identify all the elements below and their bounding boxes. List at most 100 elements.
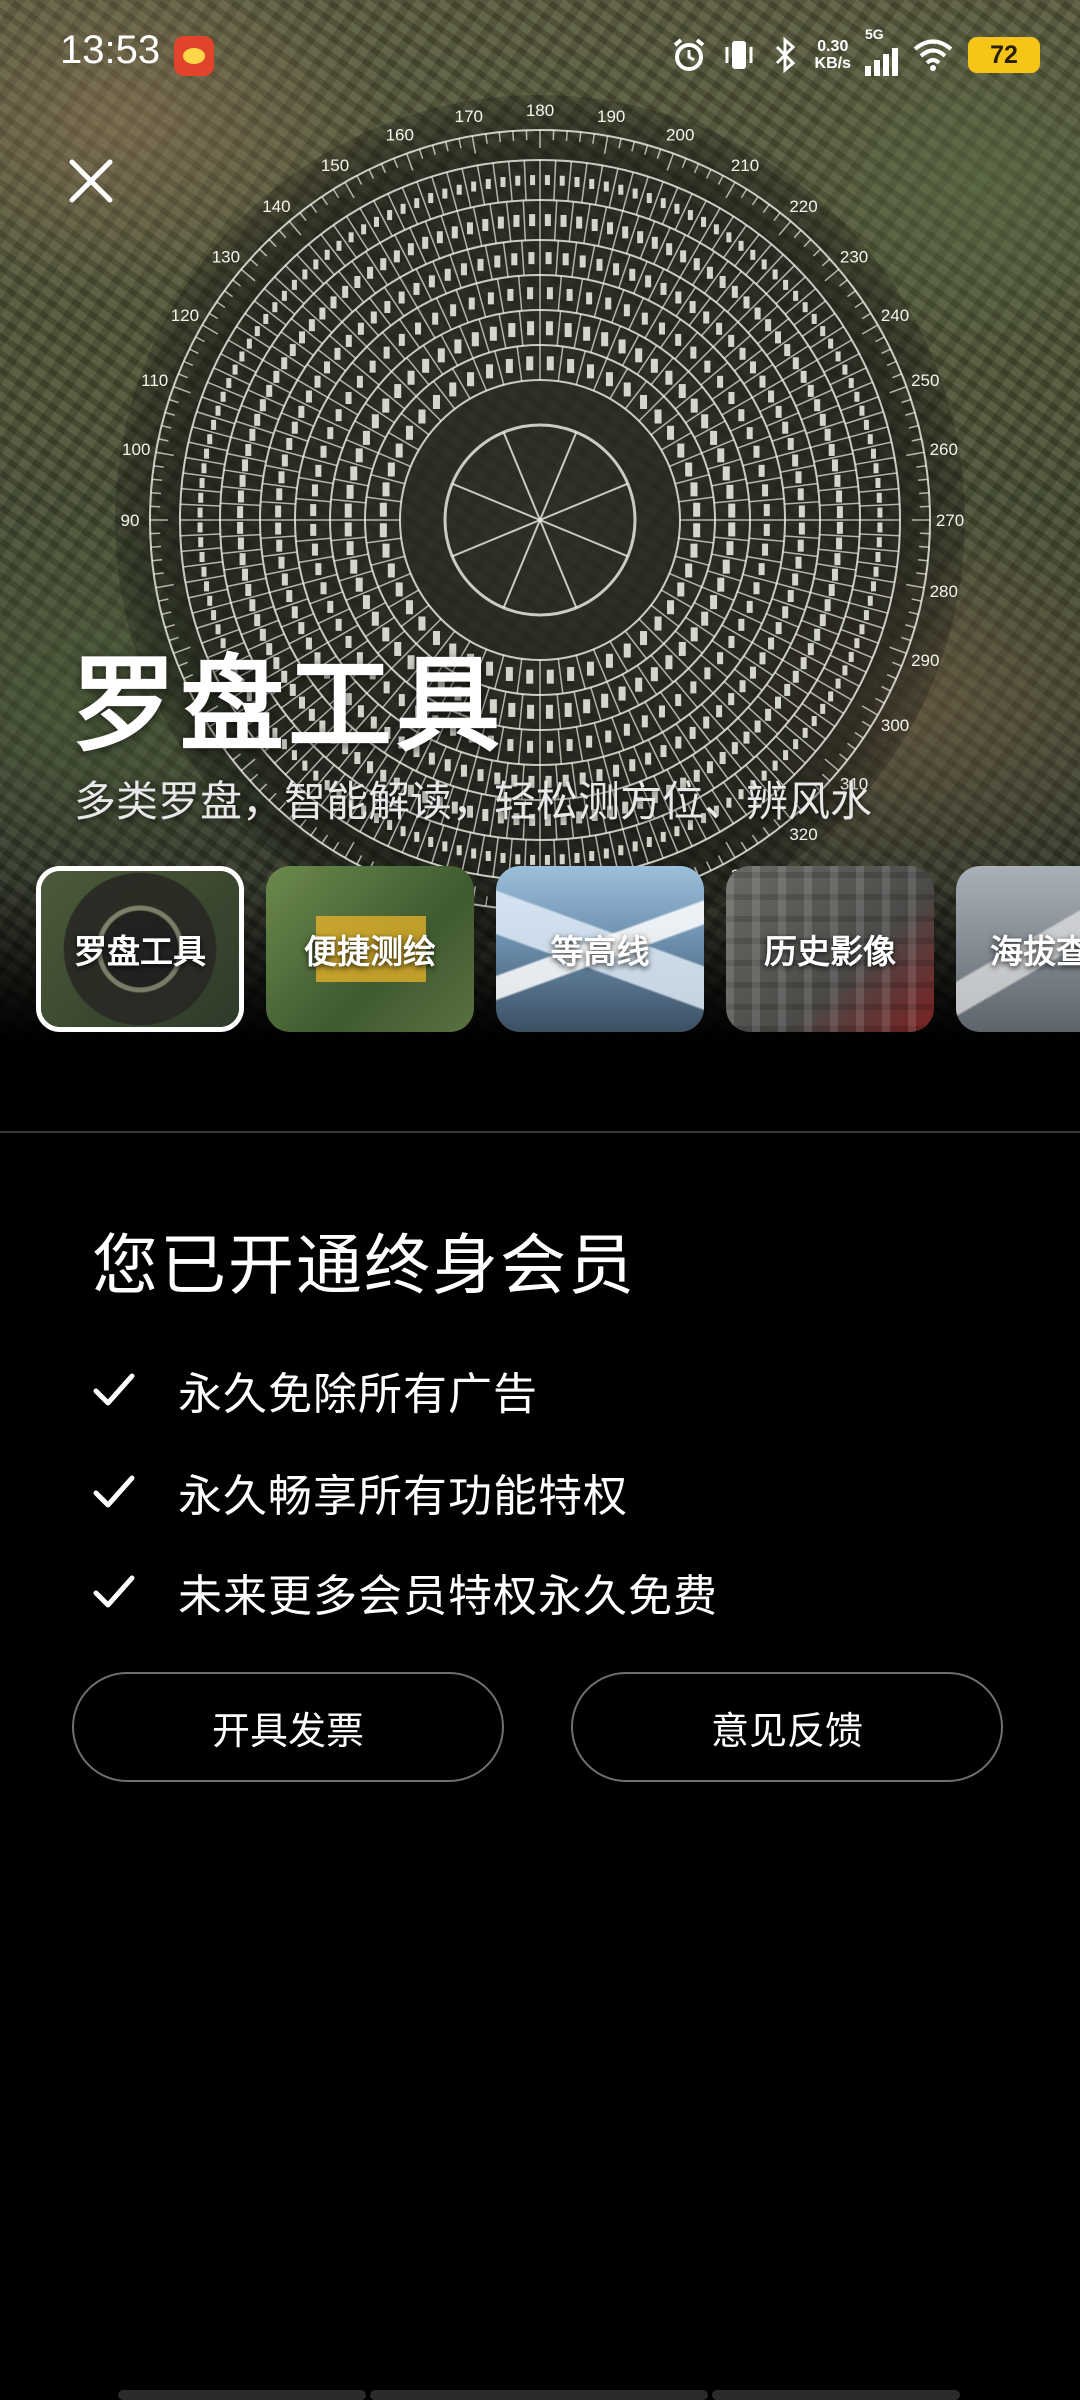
compass-glyph <box>828 691 834 702</box>
benefit-text: 永久免除所有广告 <box>178 1369 538 1420</box>
tile-label: 罗盘工具 <box>74 932 206 971</box>
compass-tick <box>917 478 928 482</box>
compass-glyph <box>675 333 682 346</box>
compass-glyph <box>544 214 551 227</box>
tile-survey[interactable]: 便捷测绘 <box>266 866 474 1032</box>
compass-glyph <box>384 301 391 314</box>
compass-glyph <box>717 577 725 592</box>
compass-glyph <box>356 375 363 388</box>
compass-glyph <box>574 177 580 188</box>
compass-glyph <box>703 311 710 324</box>
compass-glyph <box>489 326 497 341</box>
compass-glyph <box>646 836 652 847</box>
compass-degree-label: 140 <box>262 197 290 216</box>
compass-glyph <box>513 214 520 227</box>
compass-glyph <box>382 543 390 558</box>
compass-glyph <box>220 391 226 402</box>
compass-glyph <box>646 193 652 204</box>
compass-glyph <box>811 716 817 727</box>
compass-glyph <box>278 471 285 484</box>
compass-glyph <box>710 595 718 610</box>
compass-glyph <box>795 471 802 484</box>
compass-glyph <box>526 356 534 371</box>
compass-glyph <box>320 582 327 595</box>
compass-glyph <box>526 669 534 684</box>
compass-glyph <box>660 198 666 209</box>
compass-glyph <box>398 291 405 304</box>
compass-tick <box>150 492 161 495</box>
compass-glyph <box>576 216 583 229</box>
compass-glyph <box>870 581 876 592</box>
compass-glyph <box>289 344 296 357</box>
compass-glyph <box>716 322 723 335</box>
compass-glyph <box>405 425 413 440</box>
tile-history-imagery[interactable]: 历史影像 <box>726 866 934 1032</box>
invoice-button[interactable]: 开具发票 <box>72 1672 504 1782</box>
compass-glyph <box>442 841 448 852</box>
feedback-button[interactable]: 意见反馈 <box>571 1672 1003 1782</box>
compass-glyph <box>336 240 342 251</box>
compass-glyph <box>395 582 403 597</box>
close-button[interactable] <box>60 150 122 212</box>
tile-contour[interactable]: 等高线 <box>496 866 704 1032</box>
benefit-item: 未来更多会员特权永久免费 <box>92 1562 718 1622</box>
compass-glyph <box>814 628 821 641</box>
compass-glyph <box>546 287 553 300</box>
compass-degree-label: 170 <box>455 107 483 126</box>
compass-glyph <box>278 556 285 569</box>
compass-glyph <box>527 704 535 719</box>
compass-degree-label: 290 <box>911 651 939 670</box>
compass-degree-label: 110 <box>141 371 168 390</box>
compass-glyph <box>273 370 280 383</box>
compass-glyph <box>387 462 395 477</box>
compass-glyph <box>783 279 789 290</box>
compass-glyph <box>544 854 550 865</box>
compass-glyph <box>589 851 595 862</box>
net-speed: 0.30 KB/s <box>815 38 851 72</box>
compass-glyph <box>345 334 352 347</box>
compass-glyph <box>660 745 667 758</box>
compass-glyph <box>802 727 808 738</box>
compass-glyph <box>605 372 613 387</box>
compass-glyph <box>281 573 288 586</box>
compass-glyph <box>239 553 246 566</box>
compass-glyph <box>775 622 782 635</box>
check-icon <box>93 1475 135 1508</box>
compass-glyph <box>743 296 750 309</box>
compass-glyph <box>685 563 693 578</box>
tile-altitude[interactable]: 海拔查 <box>956 866 1080 1032</box>
compass-glyph <box>623 723 630 736</box>
compass-glyph <box>405 600 413 615</box>
compass-glyph <box>198 537 204 548</box>
compass-glyph <box>324 361 331 374</box>
compass-glyph <box>719 752 726 765</box>
compass-glyph <box>500 852 506 863</box>
status-bar: 13:53 0.30 KB/s 5G 72 <box>0 0 1080 110</box>
compass-glyph <box>693 523 701 538</box>
compass-glyph <box>690 398 698 413</box>
compass-glyph <box>371 414 379 429</box>
compass-glyph <box>560 214 567 227</box>
compass-glyph <box>746 600 753 613</box>
compass-glyph <box>784 683 791 696</box>
tile-compass[interactable]: 罗盘工具 <box>36 866 244 1032</box>
tile-label: 历史影像 <box>764 932 896 971</box>
compass-glyph <box>511 253 518 266</box>
compass-glyph <box>693 258 700 271</box>
compass-glyph <box>762 484 769 497</box>
compass-glyph <box>451 226 458 239</box>
compass-glyph <box>382 482 390 497</box>
compass-glyph <box>768 637 775 650</box>
compass-glyph <box>761 259 767 270</box>
compass-glyph <box>546 669 554 684</box>
compass-glyph <box>835 678 841 689</box>
compass-glyph <box>530 175 536 186</box>
compass-glyph <box>654 616 662 631</box>
compass-glyph <box>313 259 319 270</box>
compass-glyph <box>393 250 400 263</box>
compass-glyph <box>607 222 614 235</box>
compass-glyph <box>500 177 506 188</box>
compass-glyph <box>623 382 631 397</box>
compass-glyph <box>836 537 843 550</box>
compass-glyph <box>486 364 494 379</box>
